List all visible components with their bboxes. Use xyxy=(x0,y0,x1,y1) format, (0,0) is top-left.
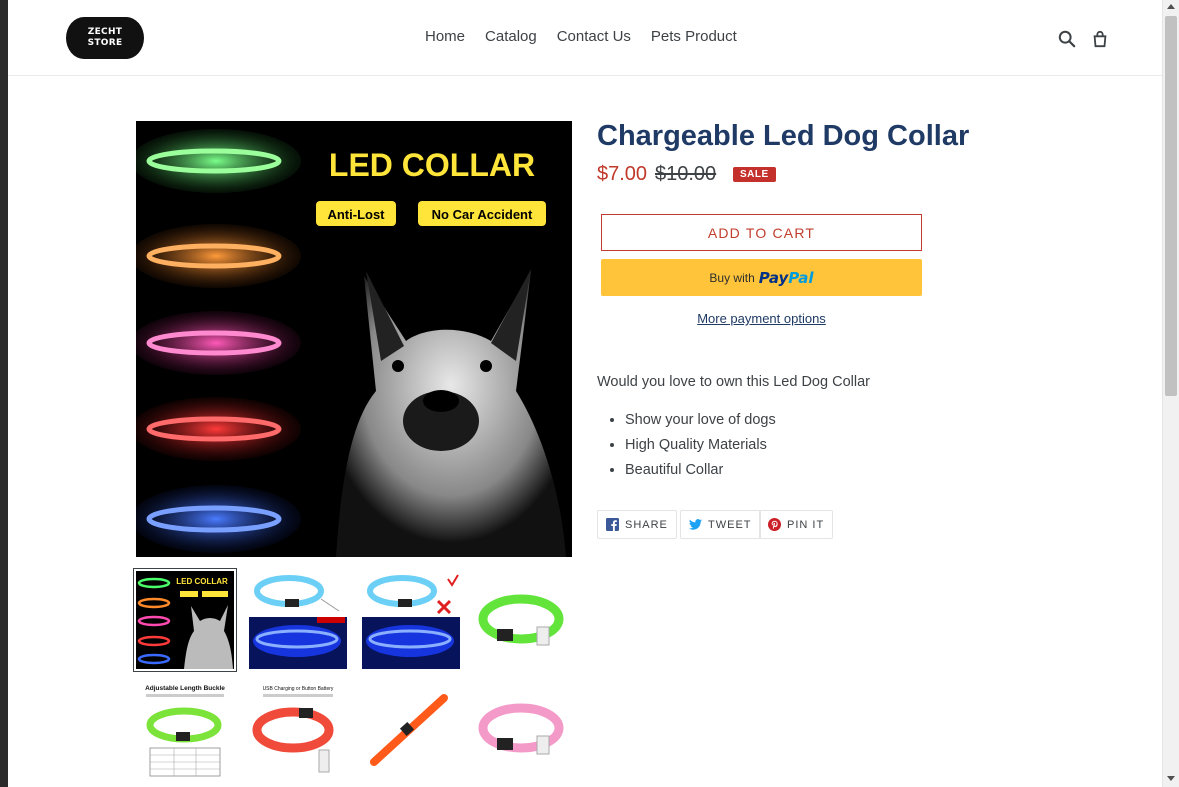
add-to-cart-button[interactable]: ADD TO CART xyxy=(601,214,922,251)
thumb-blue-collar-usb-image xyxy=(249,571,347,669)
paypal-logo-pal: Pal xyxy=(788,268,814,287)
facebook-icon xyxy=(606,518,619,531)
paypal-button[interactable]: Buy with Pay Pal xyxy=(601,259,922,296)
cart-icon[interactable] xyxy=(1091,30,1109,48)
more-payment-options-link[interactable]: More payment options xyxy=(601,311,922,326)
thumbnail-5[interactable]: Adjustable Length Buckle xyxy=(136,680,234,778)
image-headline: LED COLLAR xyxy=(329,147,535,183)
thumb-led-collar-image: LED COLLAR xyxy=(136,571,234,669)
search-icon[interactable] xyxy=(1058,30,1076,48)
main-product-image[interactable]: LED COLLAR Anti-Lost No Car Accident xyxy=(136,121,572,557)
thumbnail-2[interactable] xyxy=(249,571,347,669)
feature-list: Show your love of dogs High Quality Mate… xyxy=(625,411,776,486)
thumbnail-3[interactable] xyxy=(362,571,460,669)
led-collar-photo: LED COLLAR Anti-Lost No Car Accident xyxy=(136,121,572,557)
share-pinterest-button[interactable]: PIN IT xyxy=(759,510,834,539)
share-facebook-button[interactable]: SHARE xyxy=(597,510,677,539)
thumb-orange-strap-image xyxy=(362,680,460,778)
product-description: Would you love to own this Led Dog Colla… xyxy=(597,374,870,390)
thumbnail-6[interactable]: USB Charging or Button Battery xyxy=(249,680,347,778)
scroll-up-arrow-icon[interactable] xyxy=(1167,4,1175,9)
thumb-pink-collar-image xyxy=(475,680,573,778)
feature-item: Beautiful Collar xyxy=(625,461,776,486)
nav-catalog[interactable]: Catalog xyxy=(485,28,537,45)
thumb-blue-collar-compare-image xyxy=(362,571,460,669)
feature-item: High Quality Materials xyxy=(625,436,776,461)
share-pinterest-label: PIN IT xyxy=(787,518,825,531)
logo-line1: ZECHT xyxy=(87,27,123,37)
thumb6-caption: USB Charging or Button Battery xyxy=(263,686,334,692)
paypal-logo-pay: Pay xyxy=(758,268,789,287)
store-logo[interactable]: ZECHT STORE xyxy=(53,13,164,62)
sale-price: $7.00 xyxy=(597,163,648,185)
thumb-adjustable-buckle-image: Adjustable Length Buckle xyxy=(136,680,234,778)
regular-price: $10.00 xyxy=(655,163,717,185)
site-header: ZECHT STORE Home Catalog Contact Us Pets… xyxy=(8,0,1162,76)
thumb-usb-charging-image: USB Charging or Button Battery xyxy=(249,680,347,778)
image-tag-no-car-accident: No Car Accident xyxy=(432,207,533,222)
product-page: ZECHT STORE Home Catalog Contact Us Pets… xyxy=(8,0,1162,787)
pinterest-icon xyxy=(768,518,781,531)
image-tag-anti-lost: Anti-Lost xyxy=(327,207,385,222)
share-facebook-label: SHARE xyxy=(625,518,668,531)
logo-line2: STORE xyxy=(87,38,123,48)
thumbnail-8[interactable] xyxy=(475,680,573,778)
scroll-down-arrow-icon[interactable] xyxy=(1167,776,1175,781)
feature-item: Show your love of dogs xyxy=(625,411,776,436)
logo-badge: ZECHT STORE xyxy=(66,17,144,59)
thumb5-caption: Adjustable Length Buckle xyxy=(145,685,225,692)
twitter-icon xyxy=(689,519,702,530)
main-nav: Home Catalog Contact Us Pets Product xyxy=(425,28,757,45)
nav-home[interactable]: Home xyxy=(425,28,465,45)
left-edge xyxy=(0,0,8,787)
paypal-prefix: Buy with xyxy=(709,270,755,285)
nav-contact-us[interactable]: Contact Us xyxy=(557,28,631,45)
share-twitter-label: TWEET xyxy=(708,518,752,531)
thumbnail-1[interactable]: LED COLLAR xyxy=(133,568,237,672)
vertical-scrollbar[interactable] xyxy=(1162,0,1179,787)
thumb-green-collar-image xyxy=(475,571,573,669)
scrollbar-thumb[interactable] xyxy=(1165,16,1177,396)
thumb-headline: LED COLLAR xyxy=(176,577,228,586)
share-twitter-button[interactable]: TWEET xyxy=(680,510,761,539)
thumbnail-7[interactable] xyxy=(362,680,460,778)
product-title: Chargeable Led Dog Collar xyxy=(597,120,970,152)
nav-pets-product[interactable]: Pets Product xyxy=(651,28,737,45)
sale-badge: SALE xyxy=(733,167,776,182)
thumbnail-4[interactable] xyxy=(475,571,573,669)
